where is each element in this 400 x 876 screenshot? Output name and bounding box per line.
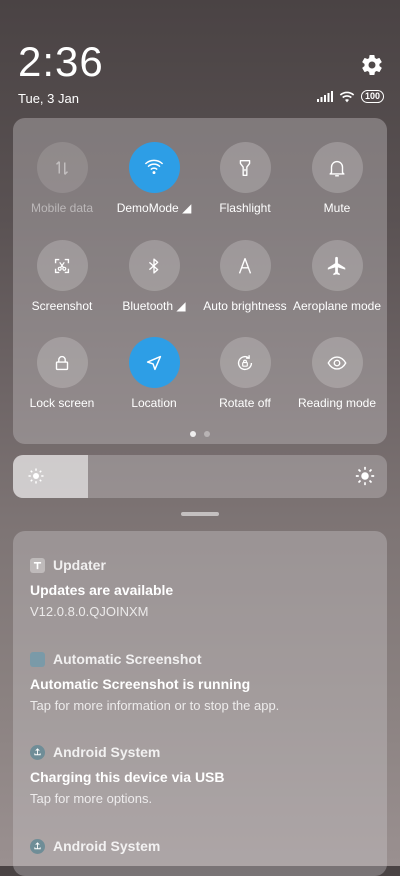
wifi-icon xyxy=(128,142,180,193)
tile-label: Aeroplane mode xyxy=(292,299,382,313)
screenshot-icon xyxy=(36,240,88,291)
auto-brightness-icon xyxy=(219,240,271,291)
tile-bluetooth[interactable]: Bluetooth ◢ xyxy=(108,240,200,313)
lock-icon xyxy=(36,337,88,388)
tile-rotate[interactable]: Rotate off xyxy=(199,337,291,410)
automatic-screenshot-icon xyxy=(30,651,45,667)
tile-location[interactable]: Location xyxy=(108,337,200,410)
tile-label: Mobile data xyxy=(30,201,94,215)
notification-app-name: Automatic Screenshot xyxy=(53,651,202,667)
notification-title: Charging this device via USB xyxy=(30,769,225,785)
brightness-high-icon xyxy=(355,466,375,486)
date: Tue, 3 Jan xyxy=(18,91,79,106)
brightness-slider[interactable] xyxy=(13,455,387,498)
notification-body: Tap for more information or to stop the … xyxy=(30,698,280,713)
tile-mute[interactable]: Mute xyxy=(291,142,383,215)
updater-icon xyxy=(30,557,45,573)
tile-label: Bluetooth ◢ xyxy=(122,299,186,313)
wifi-status-icon xyxy=(339,91,355,102)
signal-icon xyxy=(316,91,333,102)
notification-screenshot[interactable]: Automatic Screenshot Automatic Screensho… xyxy=(30,649,380,713)
tile-label: Auto brightness xyxy=(203,299,287,313)
notification-app-name: Android System xyxy=(53,744,161,760)
settings-gear-icon[interactable] xyxy=(360,53,384,77)
location-icon xyxy=(128,337,180,388)
notification-android-system[interactable]: Android System xyxy=(30,836,380,856)
tile-label: Flashlight xyxy=(219,201,271,215)
tile-label: Lock screen xyxy=(29,396,95,410)
tile-label: Screenshot xyxy=(31,299,93,313)
clock: 2:36 xyxy=(18,38,104,85)
tile-label: Rotate off xyxy=(219,396,271,410)
notification-body: V12.0.8.0.QJOINXM xyxy=(30,604,149,619)
flashlight-icon xyxy=(219,142,271,193)
notification-app-name: Android System xyxy=(53,838,161,854)
tile-wifi[interactable]: DemoMode ◢ xyxy=(108,142,200,215)
notification-usb[interactable]: Android System Charging this device via … xyxy=(30,742,380,806)
notification-app-name: Updater xyxy=(53,557,106,573)
tile-label: DemoMode ◢ xyxy=(116,201,192,215)
mobile-data-icon xyxy=(36,142,88,193)
tile-label: Location xyxy=(131,396,177,410)
quick-settings-panel: Mobile data DemoMode ◢ Flashlight Mute S… xyxy=(13,118,387,444)
notification-title: Automatic Screenshot is running xyxy=(30,676,251,692)
page-dot[interactable] xyxy=(190,431,196,437)
battery-badge: 100 xyxy=(360,90,384,103)
android-system-icon xyxy=(30,838,45,854)
notification-body: Tap for more options. xyxy=(30,791,153,806)
airplane-icon xyxy=(311,240,363,291)
notification-panel: Updater Updates are available V12.0.8.0.… xyxy=(13,531,387,876)
tile-lock-screen[interactable]: Lock screen xyxy=(16,337,108,410)
drag-handle[interactable] xyxy=(181,512,219,516)
brightness-fill xyxy=(13,455,88,498)
eye-icon xyxy=(311,337,363,388)
tile-flashlight[interactable]: Flashlight xyxy=(199,142,291,215)
tile-reading-mode[interactable]: Reading mode xyxy=(291,337,383,410)
tile-auto-brightness[interactable]: Auto brightness xyxy=(199,240,291,313)
bell-icon xyxy=(311,142,363,193)
page-dot[interactable] xyxy=(204,431,210,437)
page-indicator xyxy=(13,431,387,437)
tile-mobile-data[interactable]: Mobile data xyxy=(16,142,108,215)
bluetooth-icon xyxy=(128,240,180,291)
android-system-icon xyxy=(30,744,45,760)
notification-updater[interactable]: Updater Updates are available V12.0.8.0.… xyxy=(30,555,380,619)
brightness-low-icon xyxy=(28,468,44,484)
tile-label: Reading mode xyxy=(297,396,377,410)
notification-title: Updates are available xyxy=(30,582,174,598)
rotate-icon xyxy=(219,337,271,388)
tile-aeroplane[interactable]: Aeroplane mode xyxy=(291,240,383,313)
status-icons: 100 xyxy=(316,90,384,103)
tile-label: Mute xyxy=(323,201,351,215)
tile-screenshot[interactable]: Screenshot xyxy=(16,240,108,313)
